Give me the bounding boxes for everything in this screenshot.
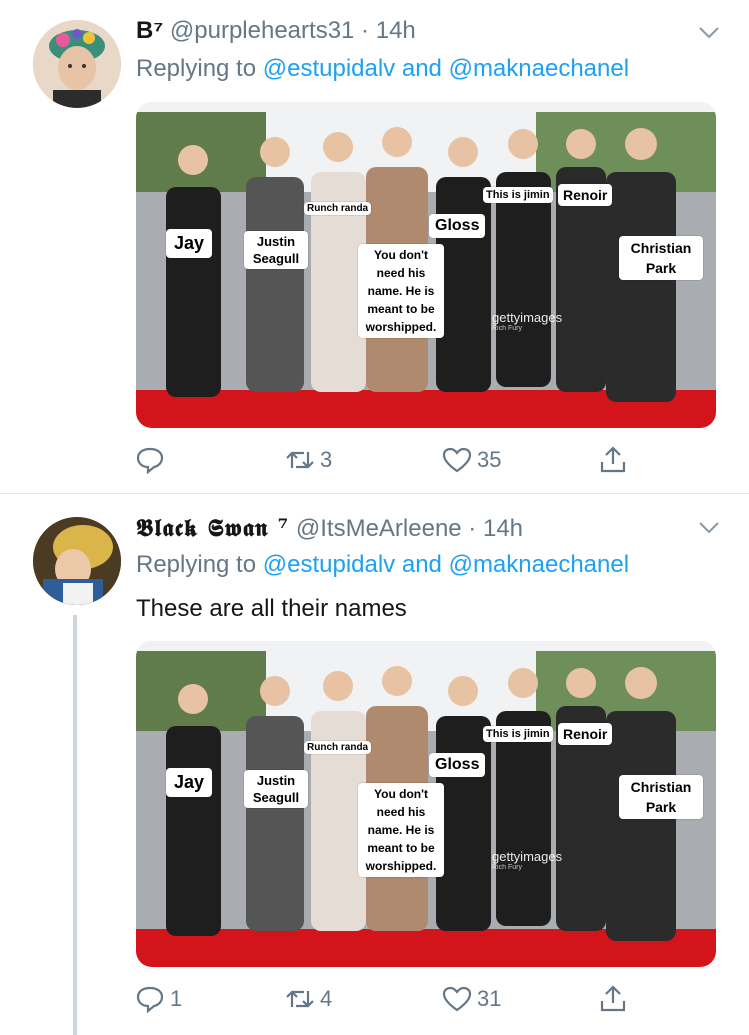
image-label: Justin Seagull bbox=[244, 770, 308, 808]
image-label: You don't need his name. He is meant to … bbox=[358, 244, 444, 338]
tweet-divider bbox=[0, 493, 749, 494]
chevron-down-icon[interactable] bbox=[697, 20, 721, 44]
share-button[interactable] bbox=[597, 440, 629, 480]
retweet-count: 4 bbox=[320, 986, 333, 1011]
tweet-header: B⁷ @purplehearts31 · 14h bbox=[136, 17, 416, 44]
image-label: Renoir bbox=[558, 184, 613, 206]
mention-link[interactable]: @maknaechanel bbox=[449, 55, 629, 82]
reply-button[interactable]: 1 bbox=[134, 979, 182, 1019]
tweet-actions: 3 35 bbox=[0, 440, 749, 480]
user-handle[interactable]: @purplehearts31 bbox=[170, 17, 354, 44]
thread-line bbox=[73, 615, 77, 1035]
tweet[interactable]: 𝕭𝖑𝖆𝖈𝖐 𝕾𝖜𝖆𝖓 ⁷ @ItsMeArleene · 14h Replyin… bbox=[0, 495, 749, 1035]
retweet-button[interactable]: 4 bbox=[284, 979, 332, 1019]
reply-icon bbox=[136, 447, 164, 475]
mention-link[interactable]: @estupidalv bbox=[263, 55, 395, 82]
tweet-image[interactable]: Runch randa This is jimin Renoir Gloss J… bbox=[136, 102, 716, 428]
like-button[interactable]: 35 bbox=[441, 440, 501, 480]
tweet[interactable]: B⁷ @purplehearts31 · 14h Replying to @es… bbox=[0, 0, 749, 494]
share-icon bbox=[600, 985, 626, 1012]
image-label: Runch randa bbox=[304, 741, 372, 754]
share-button[interactable] bbox=[597, 979, 629, 1019]
like-button[interactable]: 31 bbox=[441, 979, 501, 1019]
retweet-button[interactable]: 3 bbox=[284, 440, 332, 480]
retweet-icon bbox=[286, 990, 314, 1008]
chevron-down-icon[interactable] bbox=[697, 515, 721, 539]
user-handle[interactable]: @ItsMeArleene bbox=[296, 515, 462, 542]
image-label: Justin Seagull bbox=[244, 231, 308, 269]
tweet-header: 𝕭𝖑𝖆𝖈𝖐 𝕾𝖜𝖆𝖓 ⁷ @ItsMeArleene · 14h bbox=[136, 513, 524, 542]
mention-link[interactable]: @maknaechanel bbox=[449, 551, 629, 578]
replying-to: Replying to @estupidalv and @maknaechane… bbox=[136, 551, 630, 578]
tweet-image[interactable]: Runch randa This is jimin Renoir Gloss J… bbox=[136, 641, 716, 967]
replying-to: Replying to @estupidalv and @maknaechane… bbox=[136, 55, 630, 82]
image-label: This is jimin bbox=[483, 726, 553, 742]
image-label: You don't need his name. He is meant to … bbox=[358, 783, 444, 877]
image-label: Gloss bbox=[429, 214, 486, 238]
image-watermark: gettyimages Rich Fury bbox=[492, 849, 563, 871]
image-watermark: gettyimages Rich Fury bbox=[492, 310, 563, 332]
timestamp[interactable]: 14h bbox=[483, 515, 523, 542]
reply-button[interactable] bbox=[134, 440, 170, 480]
tweet-text: These are all their names bbox=[136, 595, 407, 622]
tweet-actions: 1 4 31 bbox=[0, 979, 749, 1019]
image-label: Christian Park bbox=[619, 775, 703, 819]
share-icon bbox=[600, 446, 626, 473]
image-label: Christian Park bbox=[619, 236, 703, 280]
reply-count: 1 bbox=[170, 986, 183, 1011]
display-name[interactable]: 𝕭𝖑𝖆𝖈𝖐 𝕾𝖜𝖆𝖓 ⁷ bbox=[136, 513, 289, 542]
retweet-count: 3 bbox=[320, 447, 333, 472]
reply-icon bbox=[136, 986, 164, 1014]
mention-link[interactable]: @estupidalv bbox=[263, 551, 395, 578]
image-label: This is jimin bbox=[483, 187, 553, 203]
like-icon bbox=[442, 986, 472, 1012]
timestamp[interactable]: 14h bbox=[376, 17, 416, 44]
like-count: 35 bbox=[477, 447, 502, 472]
image-label: Jay bbox=[166, 229, 213, 258]
image-label: Jay bbox=[166, 768, 213, 797]
like-count: 31 bbox=[477, 986, 502, 1011]
display-name[interactable]: B⁷ bbox=[136, 17, 163, 44]
avatar[interactable] bbox=[33, 517, 121, 605]
image-label: Runch randa bbox=[304, 202, 372, 215]
like-icon bbox=[442, 447, 472, 473]
retweet-icon bbox=[286, 451, 314, 469]
image-label: Gloss bbox=[429, 753, 486, 777]
image-label: Renoir bbox=[558, 723, 613, 745]
avatar[interactable] bbox=[33, 20, 121, 108]
